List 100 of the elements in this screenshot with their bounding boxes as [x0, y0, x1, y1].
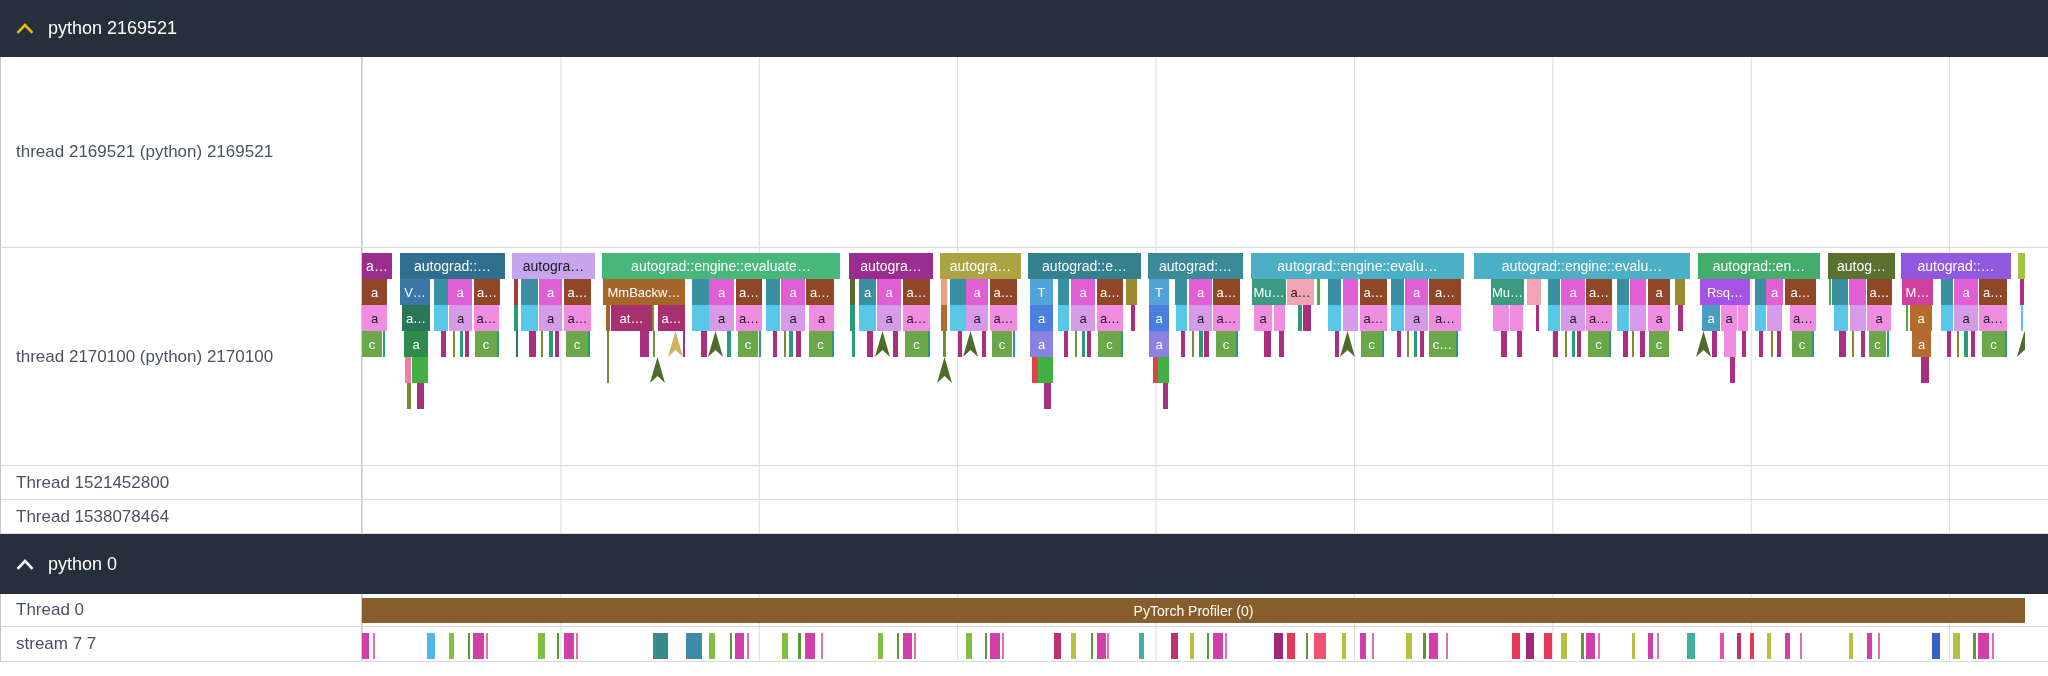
trace-slice[interactable] — [1867, 633, 1872, 659]
trace-slice[interactable]: a — [1189, 279, 1212, 305]
trace-slice[interactable]: a… — [564, 279, 591, 305]
trace-slice[interactable]: a — [1766, 279, 1783, 305]
trace-slice[interactable]: a — [1721, 305, 1737, 331]
trace-slice[interactable] — [1834, 305, 1848, 331]
trace-slice[interactable]: a… — [474, 279, 500, 305]
trace-slice[interactable] — [2020, 279, 2024, 305]
trace-slice[interactable] — [1360, 633, 1366, 659]
trace-slice[interactable] — [1623, 331, 1628, 357]
trace-slice[interactable] — [1777, 331, 1781, 357]
trace-slice[interactable] — [1343, 279, 1358, 305]
trace-slice[interactable]: a… — [1097, 305, 1123, 331]
trace-slice[interactable]: PyTorch Profiler (0) — [362, 598, 2025, 623]
trace-slice[interactable]: a — [539, 305, 562, 331]
trace-slice[interactable] — [1581, 633, 1584, 659]
trace-slice[interactable] — [465, 331, 469, 357]
trace-slice[interactable] — [1199, 331, 1203, 357]
trace-slice[interactable] — [1512, 633, 1520, 659]
trace-slice[interactable]: autograd:… — [1148, 253, 1243, 279]
trace-slice[interactable]: a — [1910, 305, 1932, 331]
trace-slice[interactable] — [1561, 633, 1567, 659]
trace-slice[interactable]: a — [877, 279, 901, 305]
trace-slice[interactable] — [1850, 305, 1866, 331]
trace-slice[interactable] — [1724, 331, 1736, 357]
trace-slice[interactable]: a — [1405, 279, 1428, 305]
trace-slice[interactable] — [1738, 305, 1748, 331]
trace-slice[interactable] — [1038, 357, 1053, 383]
trace-slice[interactable] — [1054, 633, 1061, 659]
trace-slice[interactable] — [405, 357, 411, 383]
trace-slice[interactable]: Rsq… — [1700, 279, 1750, 305]
trace-slice[interactable] — [1750, 633, 1754, 659]
trace-slice[interactable] — [990, 633, 1000, 659]
trace-slice[interactable] — [427, 633, 435, 659]
trace-slice[interactable] — [1978, 633, 1989, 659]
trace-slice[interactable] — [521, 279, 538, 305]
trace-slice[interactable]: a — [362, 305, 387, 331]
trace-slice[interactable] — [1158, 357, 1169, 383]
trace-slice[interactable] — [1586, 633, 1595, 659]
trace-slice[interactable] — [1064, 331, 1068, 357]
trace-slice[interactable]: a… — [1586, 305, 1612, 331]
trace-slice[interactable] — [449, 633, 454, 659]
trace-slice[interactable] — [1314, 633, 1326, 659]
trace-slice[interactable] — [1678, 305, 1683, 331]
trace-slice[interactable]: a — [1912, 331, 1931, 357]
trace-slice[interactable]: a — [362, 279, 387, 305]
trace-slice[interactable] — [514, 305, 518, 331]
trace-slice[interactable] — [441, 331, 446, 357]
trace-slice[interactable]: c — [475, 331, 497, 357]
trace-slice[interactable] — [1947, 331, 1951, 357]
trace-slice[interactable] — [1517, 331, 1522, 357]
trace-slice[interactable] — [653, 633, 668, 659]
trace-slice[interactable] — [460, 331, 463, 357]
trace-slice[interactable]: autograd::… — [400, 253, 505, 279]
trace-slice[interactable] — [1617, 305, 1629, 331]
trace-slice[interactable]: a… — [990, 279, 1017, 305]
trace-slice[interactable]: a… — [1213, 279, 1240, 305]
trace-slice[interactable]: a — [1254, 305, 1272, 331]
arrowhead-icon[interactable] — [875, 331, 890, 357]
trace-slice[interactable]: c — [905, 331, 928, 357]
trace-slice[interactable] — [555, 331, 559, 357]
trace-slice[interactable] — [1406, 633, 1412, 659]
trace-slice[interactable] — [1171, 633, 1178, 659]
trace-slice[interactable]: a… — [1979, 305, 2007, 331]
trace-slice[interactable]: a — [877, 305, 901, 331]
trace-slice[interactable]: c — [1792, 331, 1812, 357]
trace-slice[interactable] — [852, 331, 855, 357]
trace-slice[interactable]: a — [781, 279, 805, 305]
trace-slice[interactable] — [1181, 331, 1185, 357]
trace-slice[interactable] — [1632, 633, 1635, 659]
trace-slice[interactable] — [1526, 633, 1534, 659]
trace-slice[interactable] — [1298, 305, 1302, 331]
trace-slice[interactable] — [966, 633, 972, 659]
trace-slice[interactable] — [1274, 633, 1283, 659]
trace-slice[interactable] — [686, 633, 702, 659]
arrowhead-icon[interactable] — [708, 331, 723, 357]
trace-slice[interactable] — [1501, 331, 1507, 357]
trace-slice[interactable] — [1131, 305, 1135, 331]
trace-slice[interactable] — [766, 279, 780, 305]
trace-slice[interactable] — [1577, 331, 1581, 357]
trace-slice[interactable]: at… — [611, 305, 652, 331]
trace-slice[interactable] — [1058, 305, 1069, 331]
trace-slice[interactable] — [1328, 279, 1341, 305]
trace-slice[interactable]: c — [809, 331, 832, 357]
trace-slice[interactable] — [1767, 305, 1782, 331]
trace-slice[interactable]: a — [1071, 279, 1095, 305]
trace-slice[interactable] — [1536, 305, 1539, 331]
trace-slice[interactable] — [796, 331, 801, 357]
trace-slice[interactable] — [434, 305, 448, 331]
trace-slice[interactable] — [1737, 633, 1741, 659]
trace-slice[interactable]: c — [992, 331, 1012, 357]
trace-slice[interactable] — [407, 383, 411, 409]
arrowhead-icon[interactable] — [937, 357, 952, 383]
trace-slice[interactable]: a… — [1790, 305, 1816, 331]
trace-slice[interactable] — [1287, 633, 1295, 659]
trace-slice[interactable] — [1213, 633, 1223, 659]
trace-slice[interactable] — [1941, 279, 1953, 305]
trace-slice[interactable]: a — [781, 305, 805, 331]
trace-slice[interactable] — [1264, 331, 1271, 357]
trace-slice[interactable] — [1274, 305, 1285, 331]
